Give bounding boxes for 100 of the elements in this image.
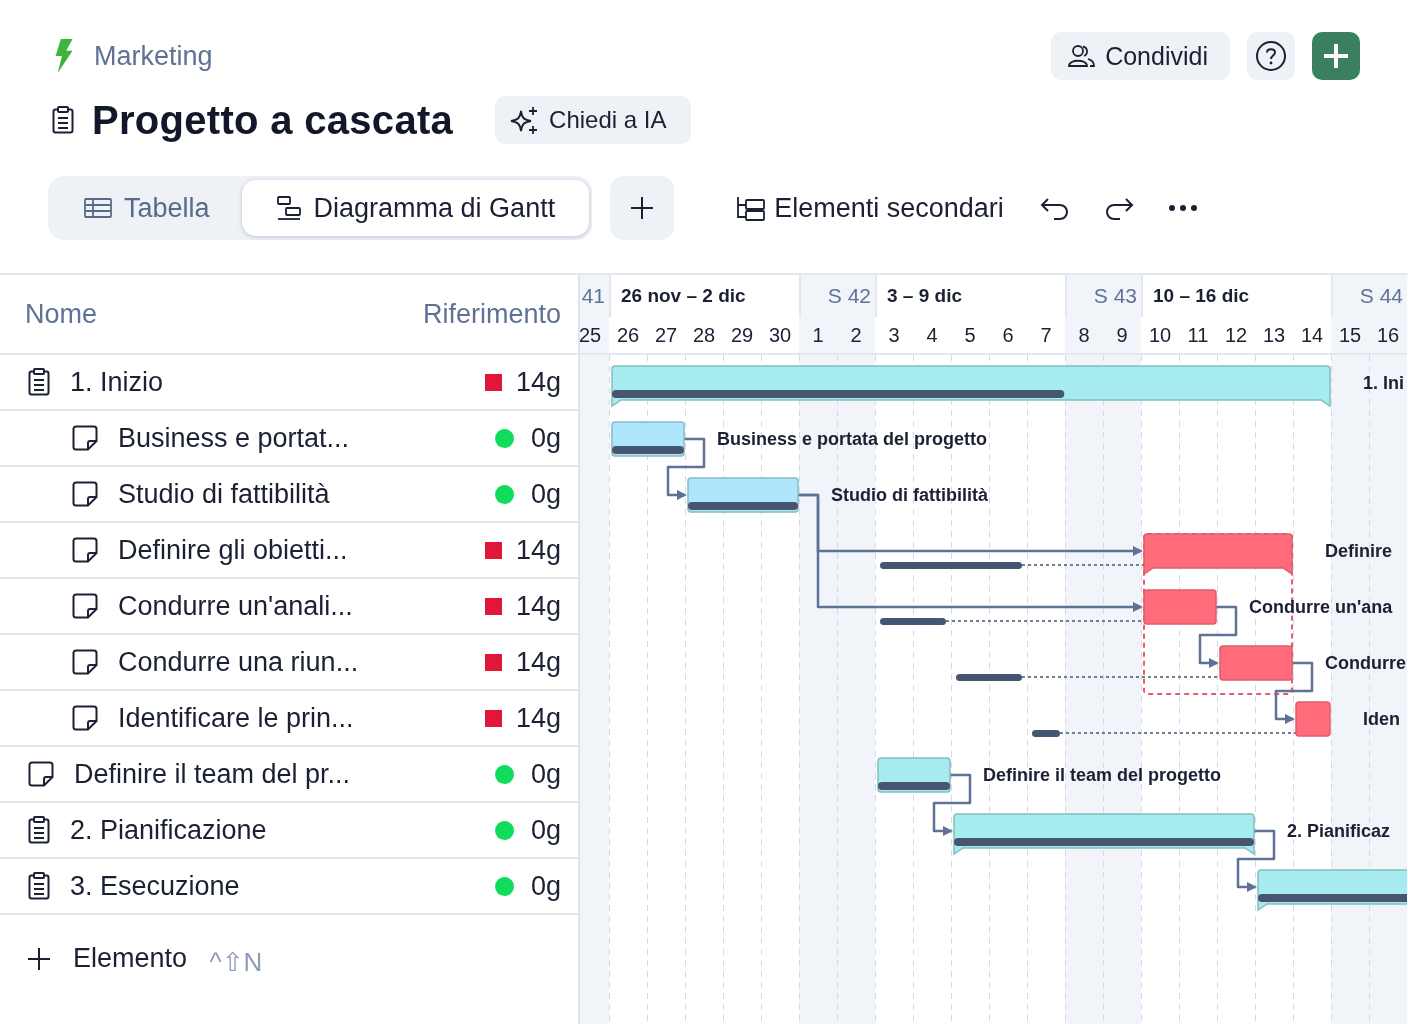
week-range: 3 – 9 dic <box>887 285 962 307</box>
note-icon <box>72 425 98 451</box>
add-item-button[interactable]: Elemento <box>27 943 188 974</box>
item-name: 3. Esecuzione <box>70 870 240 902</box>
reference-value: 14g <box>515 702 561 734</box>
table-row[interactable]: Studio di fattibilità 0g <box>0 467 578 523</box>
column-header: Nome <box>25 298 98 330</box>
day-number: 10 <box>1148 323 1172 347</box>
day-number: 3 <box>888 323 900 347</box>
reference-value: 0g <box>530 758 561 790</box>
table-row[interactable]: Definire gli obietti... 14g <box>0 523 578 579</box>
bar-label: 1. Ini <box>1363 373 1404 393</box>
item-name: Definire gli obietti... <box>118 534 348 566</box>
week-range: 10 – 16 dic <box>1153 285 1250 307</box>
bar-label: Condurre un'ana <box>1249 597 1393 617</box>
table-row[interactable]: 3. Esecuzione 0g <box>0 859 578 915</box>
day-number: 30 <box>768 323 792 347</box>
bar-label: Iden <box>1363 709 1400 729</box>
day-number: 12 <box>1224 323 1248 347</box>
table-row[interactable]: Business e portat... 0g <box>0 411 578 467</box>
undo-icon[interactable] <box>1039 196 1070 220</box>
breadcrumb-link[interactable]: Marketing <box>94 40 213 72</box>
note-icon <box>72 537 98 563</box>
bar-label: Business e portata del progetto <box>717 429 988 449</box>
day-number: 27 <box>654 323 678 347</box>
table-row[interactable]: Identificare le prin... 14g <box>0 691 578 747</box>
day-number: 26 <box>616 323 640 347</box>
day-number: 11 <box>1187 323 1209 347</box>
day-number: 6 <box>1002 323 1014 347</box>
table-row[interactable]: Definire il team del pr... 0g <box>0 747 578 803</box>
item-name: Condurre un'anali... <box>118 590 353 622</box>
day-number: 1 <box>812 323 824 347</box>
bar-label: 2. Pianificaz <box>1287 821 1391 841</box>
day-number: 4 <box>926 323 938 347</box>
view-tab[interactable]: Tabella <box>48 180 242 236</box>
table-row[interactable]: 1. Inizio 14g <box>0 355 578 411</box>
day-number: 15 <box>1338 323 1362 347</box>
reference-value: 14g <box>515 366 561 398</box>
plus-icon <box>629 195 656 221</box>
bar-label: Definire il team del progetto <box>983 765 1222 785</box>
day-number: 29 <box>730 323 754 347</box>
item-name: Definire il team del pr... <box>74 758 351 790</box>
note-icon <box>72 593 98 619</box>
reference-value: 14g <box>515 646 561 678</box>
day-number: 13 <box>1262 323 1286 347</box>
clipboard-icon <box>28 872 50 900</box>
reference-value: 14g <box>515 590 561 622</box>
column-header: Riferimento <box>422 298 561 330</box>
reference-value: 0g <box>530 422 561 454</box>
ai-button[interactable]: Chiedi a IA <box>495 96 691 144</box>
item-name: Identificare le prin... <box>118 702 354 734</box>
item-name: Condurre una riun... <box>118 646 359 678</box>
note-icon <box>28 761 54 787</box>
sparkle-icon <box>509 105 540 135</box>
clipboard-icon <box>52 106 74 134</box>
reference-value: 14g <box>515 534 561 566</box>
week-number: 41 <box>581 284 605 308</box>
item-name: 1. Inizio <box>70 366 164 398</box>
day-number: 5 <box>964 323 976 347</box>
table-row[interactable]: Condurre una riun... 14g <box>0 635 578 691</box>
add-view-button[interactable] <box>610 176 675 240</box>
day-number: 8 <box>1078 323 1090 347</box>
hierarchy-icon <box>736 195 767 221</box>
reference-value: 0g <box>530 478 561 510</box>
day-number: 25 <box>580 323 602 347</box>
subitems-button[interactable]: Elementi secondari <box>736 192 1004 224</box>
table-icon <box>84 198 112 218</box>
plus-icon <box>1322 42 1350 70</box>
gantt-icon <box>275 195 302 221</box>
day-number: 28 <box>692 323 716 347</box>
help-icon <box>1255 40 1287 72</box>
redo-icon[interactable] <box>1103 196 1134 220</box>
bar-label: Condurre <box>1325 653 1406 673</box>
view-tab[interactable]: Diagramma di Gantt <box>241 180 590 236</box>
reference-value: 0g <box>530 814 561 846</box>
note-icon <box>72 705 98 731</box>
week-number: S 43 <box>1093 284 1137 308</box>
page-title: Progetto a cascata <box>92 97 454 143</box>
keyboard-shortcut: ^⇧N <box>209 946 263 977</box>
day-number: 14 <box>1300 323 1324 347</box>
item-name: 2. Pianificazione <box>70 814 267 846</box>
day-number: 16 <box>1376 323 1400 347</box>
bar-label: Studio di fattibilità <box>831 485 988 505</box>
summary-bar[interactable] <box>1143 533 1293 575</box>
note-icon <box>72 481 98 507</box>
share-button[interactable]: Condividi <box>1051 32 1230 80</box>
day-number: 7 <box>1040 323 1052 347</box>
more-icon[interactable] <box>1167 204 1198 212</box>
clipboard-icon <box>28 368 50 396</box>
people-icon <box>1067 44 1098 68</box>
table-row[interactable]: Condurre un'anali... 14g <box>0 579 578 635</box>
help-button[interactable] <box>1247 32 1295 80</box>
plus-icon <box>27 946 51 971</box>
bar-label: Definire <box>1325 541 1393 561</box>
add-button[interactable] <box>1312 32 1360 80</box>
note-icon <box>72 649 98 675</box>
item-name: Business e portat... <box>118 422 350 454</box>
reference-value: 0g <box>530 870 561 902</box>
day-number: 9 <box>1116 323 1128 347</box>
table-row[interactable]: 2. Pianificazione 0g <box>0 803 578 859</box>
